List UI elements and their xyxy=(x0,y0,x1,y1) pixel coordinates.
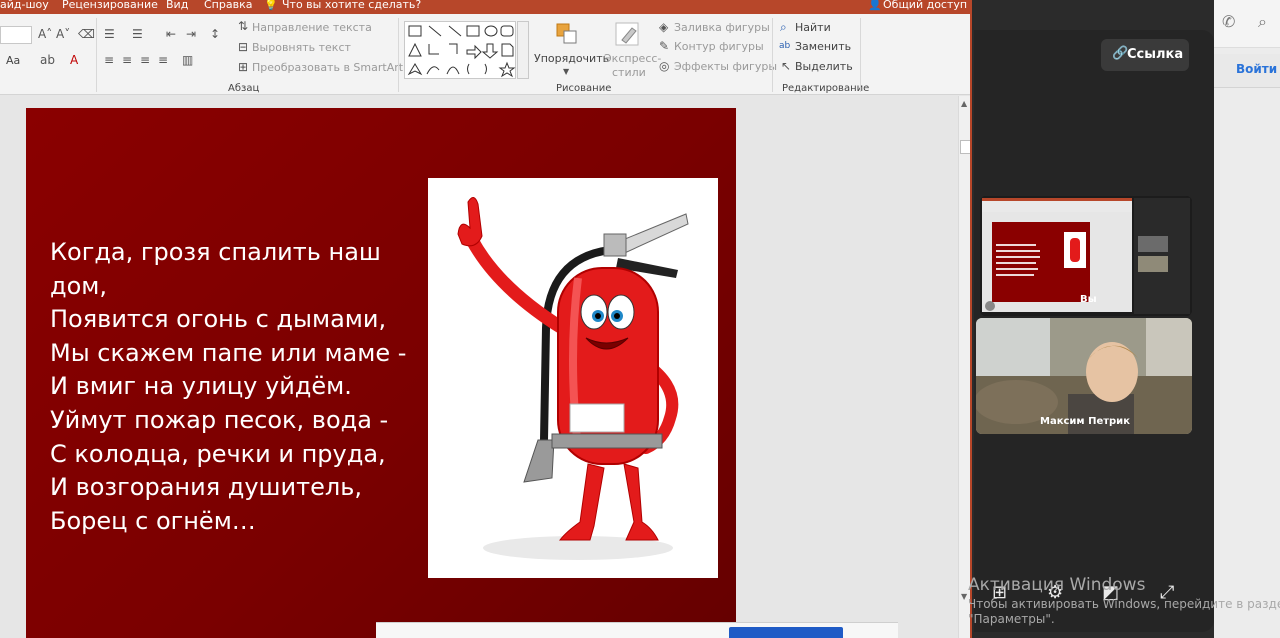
align-text-button[interactable]: Выровнять текст xyxy=(252,41,351,54)
slide[interactable]: Когда, грозя спалить наш дом, Появится о… xyxy=(26,108,736,638)
ribbon: A˄ A˅ ⌫ Aa ab A ☰ ☰ ⇤ ⇥ ↕ ≡ ≡ ≡ ≡ ▥ ⇅ На… xyxy=(0,14,970,95)
share-button[interactable]: Общий доступ xyxy=(883,0,967,11)
arrange-icon xyxy=(556,23,577,44)
shapes-gallery[interactable] xyxy=(404,21,516,79)
poem-line: Мы скажем папе или маме - xyxy=(50,338,407,367)
quick-styles-button-line2: стили xyxy=(612,66,646,79)
decrease-indent-icon[interactable]: ⇤ xyxy=(166,28,176,40)
quick-styles-button[interactable]: Экспресс- xyxy=(604,52,661,65)
self-tile-label: Вы xyxy=(1080,294,1097,305)
clear-format-icon[interactable]: ⌫ xyxy=(78,28,95,40)
poem-line: Когда, грозя спалить наш xyxy=(50,238,381,266)
grow-font-icon[interactable]: A˄ xyxy=(38,28,52,40)
shape-fill-button[interactable]: Заливка фигуры xyxy=(674,21,770,34)
scrollbar-thumb[interactable] xyxy=(960,140,970,154)
ribbon-tabs: айд-шоу Рецензирование Вид Справка 💡 Что… xyxy=(0,0,970,14)
align-text-icon: ⊟ xyxy=(238,40,249,54)
justify-icon[interactable]: ≡ xyxy=(158,54,168,66)
poem-line: Уймут пожар песок, вода - xyxy=(50,405,389,434)
ribbon-divider xyxy=(96,18,97,92)
replace-button[interactable]: Заменить xyxy=(795,40,851,53)
screen: { "ppt": { "menu": ["айд-шоу", "Рецензир… xyxy=(0,0,1280,638)
font-size-input[interactable] xyxy=(0,26,32,44)
copy-link-label: Ссылка xyxy=(1127,47,1184,62)
layout-icon[interactable]: ◩ xyxy=(1102,582,1119,603)
text-direction-button[interactable]: Направление текста xyxy=(252,21,372,34)
fullscreen-icon[interactable]: ⤢ xyxy=(1160,582,1174,603)
editing-group-label: Редактирование xyxy=(782,83,870,94)
tab-view[interactable]: Вид xyxy=(166,0,188,11)
scroll-down-icon[interactable]: ▼ xyxy=(961,592,967,601)
poem-line: И вмиг на улицу уйдём. xyxy=(50,372,352,401)
poem-line: И возгорания душитель, xyxy=(50,473,362,502)
participant-name: Максим Петрик xyxy=(1040,416,1130,427)
settings-gear-icon[interactable]: ⚙ xyxy=(1047,582,1063,603)
font-color-icon[interactable]: A xyxy=(70,54,78,66)
shrink-font-icon[interactable]: A˅ xyxy=(56,28,70,40)
poem-line: С колодца, речки и пруда, xyxy=(50,439,386,468)
arrange-dropdown-icon[interactable]: ▼ xyxy=(563,66,569,78)
ribbon-divider xyxy=(860,18,861,92)
select-icon: ↖ xyxy=(781,59,792,73)
columns-icon[interactable]: ▥ xyxy=(182,54,193,66)
text-direction-icon: ⇅ xyxy=(238,19,249,33)
align-left-icon[interactable]: ≡ xyxy=(104,54,114,66)
poem-line: Борец с огнём… xyxy=(50,506,256,535)
shape-outline-icon: ✎ xyxy=(659,39,670,53)
poem-line: дом, xyxy=(50,271,108,300)
align-center-icon[interactable]: ≡ xyxy=(122,54,132,66)
ribbon-divider xyxy=(398,18,399,92)
increase-indent-icon[interactable]: ⇥ xyxy=(186,28,196,40)
fire-extinguisher-picture[interactable] xyxy=(428,178,718,578)
poem-line: Появится огонь с дымами, xyxy=(50,305,387,334)
user-share-icon: 👤 xyxy=(868,0,882,11)
vertical-scrollbar[interactable]: ▲ ▼ xyxy=(958,96,970,638)
arrange-button[interactable]: Упорядочить xyxy=(534,52,609,65)
tab-slideshow[interactable]: айд-шоу xyxy=(0,0,49,11)
find-icon: ⌕ xyxy=(780,20,787,34)
shape-outline-button[interactable]: Контур фигуры xyxy=(674,40,764,53)
notification-action-button[interactable] xyxy=(729,627,843,638)
smartart-icon: ⊞ xyxy=(238,60,249,74)
align-right-icon[interactable]: ≡ xyxy=(140,54,150,66)
bullets-icon[interactable]: ☰ xyxy=(104,28,115,40)
tab-help[interactable]: Справка xyxy=(204,0,252,11)
login-button[interactable]: Войти xyxy=(1236,62,1277,76)
scroll-up-icon[interactable]: ▲ xyxy=(961,99,967,108)
char-spacing-icon[interactable]: ab xyxy=(40,54,55,66)
tab-review[interactable]: Рецензирование xyxy=(62,0,158,11)
search-icon[interactable]: ⌕ xyxy=(1258,12,1267,32)
select-button[interactable]: Выделить xyxy=(795,60,853,73)
quick-styles-icon xyxy=(615,22,639,46)
convert-smartart-button[interactable]: Преобразовать в SmartArt xyxy=(252,61,403,74)
participant-video-tile[interactable]: Максим Петрик xyxy=(976,318,1192,434)
phone-icon[interactable]: ✆ xyxy=(1222,12,1235,31)
lightbulb-icon: 💡 xyxy=(264,0,278,11)
fire-extinguisher-mascot-icon xyxy=(457,197,689,560)
self-video-tile[interactable]: Вы xyxy=(980,196,1192,316)
grid-view-icon[interactable]: ⊞ xyxy=(992,582,1007,603)
change-case-button[interactable]: Aa xyxy=(6,54,20,67)
video-call-panel: 🔗 Ссылка Вы Максим Петрик ⊞ ⚙ ◩ ⤢ xyxy=(974,30,1214,632)
find-button[interactable]: Найти xyxy=(795,21,831,34)
shape-effects-button[interactable]: Эффекты фигуры xyxy=(674,60,777,73)
background-app: ✆ ⌕ Войти xyxy=(1214,0,1280,638)
paragraph-group-label: Абзац xyxy=(228,83,260,94)
ribbon-divider xyxy=(772,18,773,92)
shape-effects-icon: ◎ xyxy=(659,59,670,73)
tell-me-search[interactable]: Что вы хотите сделать? xyxy=(282,0,421,11)
slide-poem[interactable]: Когда, грозя спалить наш дом, Появится о… xyxy=(50,236,430,538)
shapes-icons xyxy=(407,25,516,78)
line-spacing-icon[interactable]: ↕ xyxy=(210,28,220,40)
drawing-group-label: Рисование xyxy=(556,83,612,94)
shape-fill-icon: ◈ xyxy=(659,20,669,34)
numbering-icon[interactable]: ☰ xyxy=(132,28,143,40)
link-icon: 🔗 xyxy=(1112,46,1129,61)
shapes-gallery-scroll[interactable] xyxy=(517,21,529,79)
copy-link-button[interactable]: 🔗 Ссылка xyxy=(1101,39,1189,71)
powerpoint-window: айд-шоу Рецензирование Вид Справка 💡 Что… xyxy=(0,0,972,638)
notification-bar xyxy=(376,622,898,638)
replace-icon: ab xyxy=(779,41,791,51)
